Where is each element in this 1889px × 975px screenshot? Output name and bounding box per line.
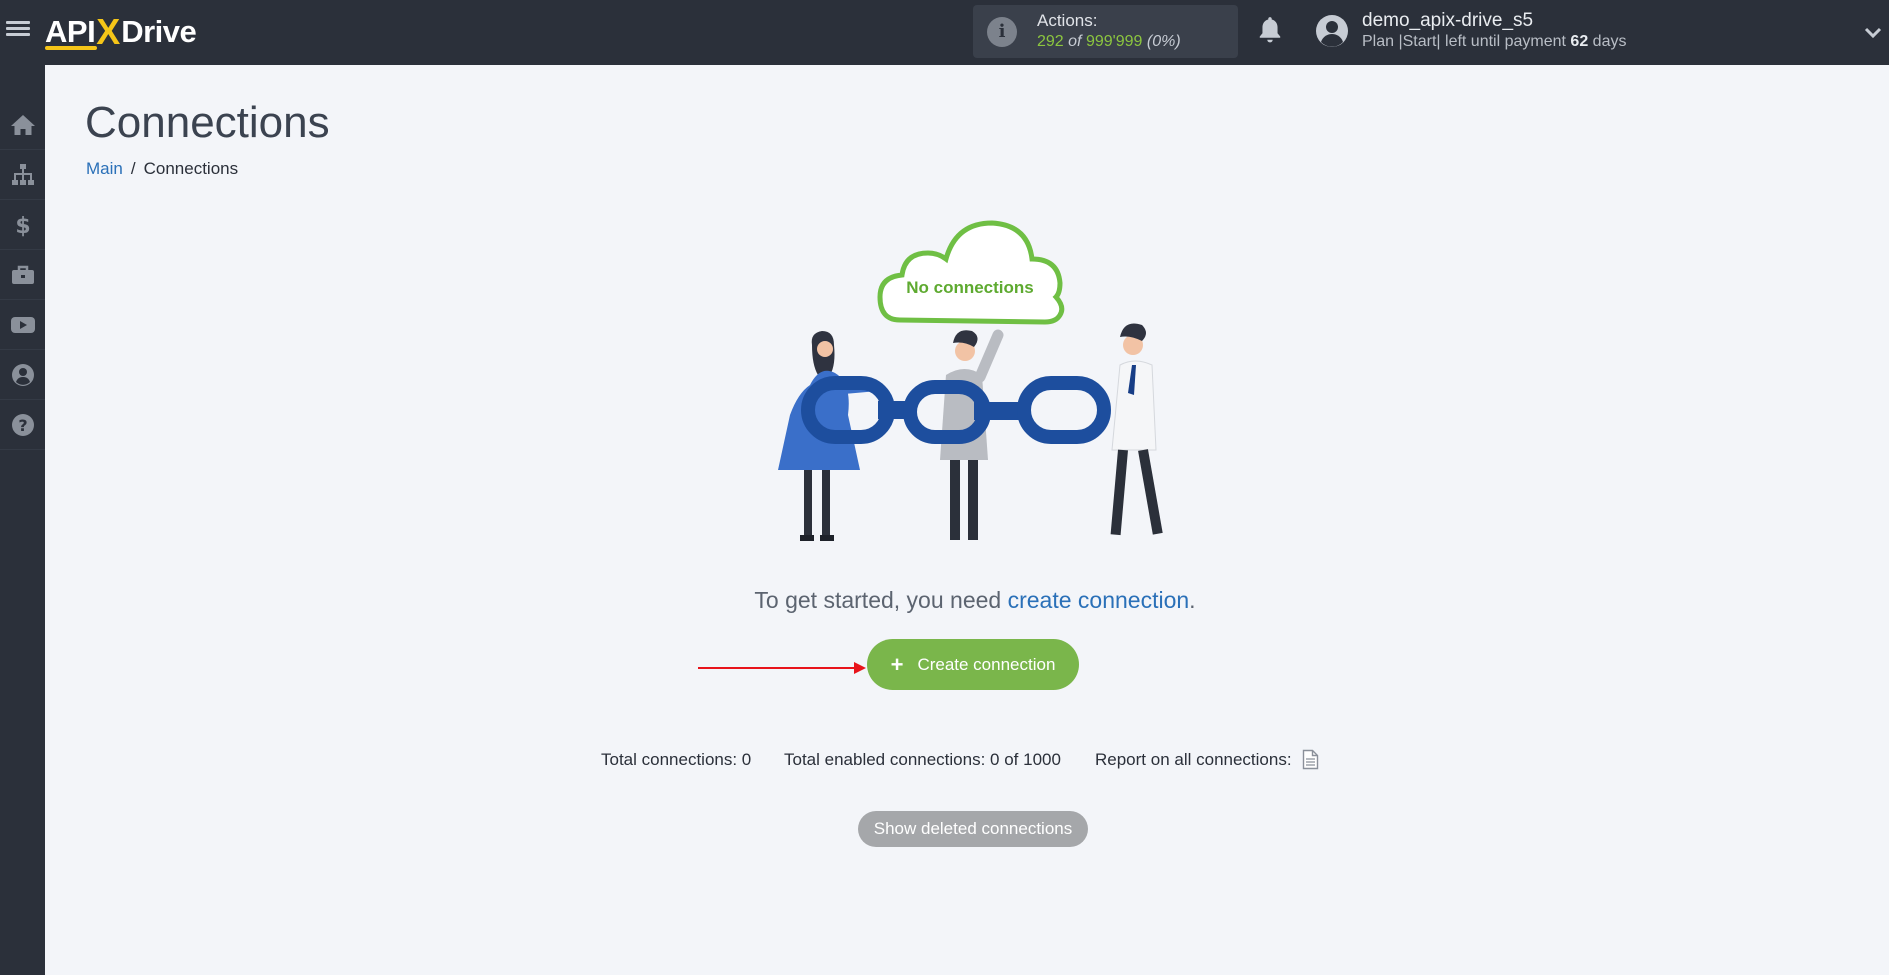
plan-suffix: days — [1592, 33, 1627, 50]
username[interactable]: demo_apix-drive_s5 — [1362, 10, 1533, 32]
sidebar-item-billing[interactable]: $ — [0, 200, 45, 250]
sidebar-item-account[interactable] — [0, 350, 45, 400]
total-enabled-connections: Total enabled connections: 0 of 1000 — [784, 750, 1061, 769]
youtube-icon — [10, 316, 35, 333]
person-right-icon — [1110, 323, 1163, 536]
breadcrumb-current: Connections — [143, 159, 239, 178]
logo-api-text: API — [45, 14, 96, 49]
plan-days: 62 — [1570, 33, 1589, 50]
page-title: Connections — [85, 98, 330, 147]
chevron-down-icon[interactable] — [1863, 22, 1883, 42]
briefcase-icon — [11, 265, 34, 284]
sidebar-item-help[interactable]: ? — [0, 400, 45, 450]
sidebar: $ ? — [0, 65, 45, 975]
prompt-end: . — [1189, 587, 1196, 613]
create-connection-button[interactable]: + Create connection — [867, 639, 1079, 690]
logo-underline — [45, 46, 97, 50]
svg-text:$: $ — [15, 214, 30, 238]
sidebar-item-connections[interactable] — [0, 150, 45, 200]
svg-text:?: ? — [18, 416, 27, 435]
plan-prefix: Plan |Start| left until payment — [1362, 33, 1566, 50]
no-connections-illustration: No connections — [778, 220, 1163, 541]
logo-x-text: X — [96, 11, 121, 52]
actions-of: of — [1068, 33, 1082, 50]
actions-total: 999'999 — [1085, 33, 1143, 50]
sitemap-icon — [11, 163, 34, 185]
breadcrumb-separator: / — [130, 159, 136, 178]
get-started-text: To get started, you need create connecti… — [0, 587, 1889, 614]
breadcrumb-main-link[interactable]: Main — [86, 159, 123, 178]
cloud-text: No connections — [906, 278, 1034, 297]
sidebar-item-tools[interactable] — [0, 250, 45, 300]
cloud-icon: No connections — [877, 220, 1065, 325]
user-avatar-icon[interactable] — [1315, 14, 1349, 48]
home-icon — [10, 114, 35, 135]
document-icon[interactable] — [1302, 749, 1319, 770]
report-label: Report on all connections: — [1095, 750, 1292, 769]
logo-drive-text: Drive — [121, 14, 197, 49]
total-connections: Total connections: 0 — [601, 750, 752, 769]
breadcrumb: Main / Connections — [86, 159, 238, 179]
actions-counter[interactable]: i Actions: 292 of 999'999 (0%) — [973, 5, 1238, 58]
sidebar-item-videos[interactable] — [0, 300, 45, 350]
sidebar-item-home[interactable] — [0, 100, 45, 150]
actions-percent: (0%) — [1146, 33, 1181, 50]
user-circle-icon — [11, 363, 34, 386]
red-arrow-annotation — [698, 662, 866, 674]
prompt-text: To get started, you need — [754, 587, 1002, 613]
show-deleted-connections-button[interactable]: Show deleted connections — [858, 811, 1088, 847]
plus-icon: + — [890, 651, 904, 677]
hamburger-menu-icon[interactable] — [6, 18, 30, 42]
dollar-icon: $ — [15, 214, 30, 238]
create-connection-label: Create connection — [917, 654, 1056, 674]
apix-drive-logo[interactable]: API X Drive — [45, 11, 197, 52]
bell-icon[interactable] — [1257, 16, 1283, 44]
actions-label: Actions: — [1037, 11, 1098, 30]
actions-value: 292 of 999'999 (0%) — [1037, 33, 1181, 51]
plan-info: Plan |Start| left until payment 62 days — [1362, 33, 1626, 51]
question-circle-icon: ? — [11, 413, 34, 436]
create-connection-link[interactable]: create connection — [1008, 587, 1190, 613]
actions-used: 292 — [1037, 33, 1064, 50]
info-icon: i — [987, 17, 1017, 47]
top-bar: API X Drive i Actions: 292 of 999'999 (0… — [0, 0, 1889, 65]
